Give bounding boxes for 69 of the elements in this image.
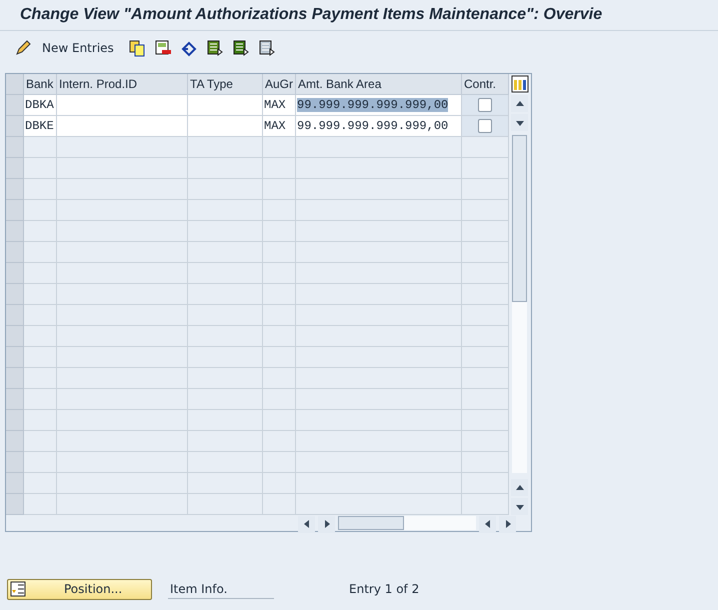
table-cell[interactable] [188,116,263,137]
scrollbar-track[interactable] [512,135,527,473]
new-entries-button[interactable]: New Entries [40,41,120,55]
row-selector[interactable] [6,284,24,305]
table-cell[interactable]: 99.999.999.999.999,00 [296,116,462,137]
row-selector[interactable] [6,347,24,368]
scrollbar-thumb[interactable] [512,135,527,302]
left-arrow-icon [302,519,312,529]
copy-icon[interactable] [128,39,146,57]
row-selector[interactable] [6,137,24,158]
row-selector[interactable] [6,263,24,284]
scroll-down-button[interactable] [511,114,528,131]
scroll-left-button[interactable] [298,516,315,532]
table-cell[interactable]: MAX [263,116,296,137]
select-block-icon[interactable] [232,39,250,57]
column-header[interactable]: AuGr [263,74,296,95]
table-cell[interactable] [57,95,188,116]
row-selector[interactable] [6,368,24,389]
scroll-right-button[interactable] [499,516,516,532]
row-selector[interactable] [6,326,24,347]
deselect-icon[interactable] [258,39,276,57]
row-selector[interactable] [6,473,24,494]
scroll-down-button[interactable] [511,498,528,515]
column-header[interactable]: TA Type [188,74,263,95]
horizontal-scrollbar-thumb[interactable] [338,516,404,530]
scroll-up-button[interactable] [511,95,528,112]
up-arrow-icon [514,98,524,108]
row-selector[interactable] [6,431,24,452]
row-selector[interactable] [6,116,24,137]
row-selector[interactable] [6,494,24,515]
scroll-up-button[interactable] [511,479,528,496]
row-selector[interactable] [6,158,24,179]
row-selector[interactable] [6,200,24,221]
scroll-right-button[interactable] [318,516,335,532]
table-cell[interactable] [188,95,263,116]
table-cell[interactable]: DBKA [24,95,57,116]
row-selector[interactable] [6,221,24,242]
row-selector[interactable] [6,410,24,431]
select-all-icon[interactable] [206,39,224,57]
position-icon [10,581,26,597]
item-info-field[interactable]: Item Info. [168,580,274,598]
row-selector[interactable] [6,95,24,116]
column-settings-icon[interactable] [510,75,528,93]
left-arrow-icon [482,519,492,529]
pencil-icon[interactable] [14,39,32,57]
select-all-cell[interactable] [6,74,24,95]
column-header[interactable]: Amt. Bank Area [296,74,462,95]
scroll-left-button[interactable] [479,516,496,532]
table-cell[interactable]: DBKE [24,116,57,137]
horizontal-scrollbar-track[interactable] [338,516,476,530]
undo-icon[interactable] [180,39,198,57]
column-header[interactable]: Contr. [462,74,509,95]
checkbox[interactable] [478,119,492,133]
row-selector[interactable] [6,389,24,410]
position-button[interactable]: Position... [7,578,152,600]
table-cell[interactable] [57,116,188,137]
row-selector[interactable] [6,452,24,473]
checkbox[interactable] [478,98,492,112]
row-selector[interactable] [6,242,24,263]
table-cell[interactable]: MAX [263,95,296,116]
column-header[interactable]: Bank [24,74,57,95]
column-header[interactable]: Intern. Prod.ID [57,74,188,95]
window-title: Change View "Amount Authorizations Payment Items Maintenance": Overvie [20,6,602,24]
entry-count: Entry 1 of 2 [349,582,420,596]
delete-icon[interactable] [154,39,172,57]
table-cell[interactable]: 99.999.999.999.999,00 [296,95,462,116]
up-arrow-icon [514,482,524,492]
row-selector[interactable] [6,305,24,326]
row-selector[interactable] [6,179,24,200]
